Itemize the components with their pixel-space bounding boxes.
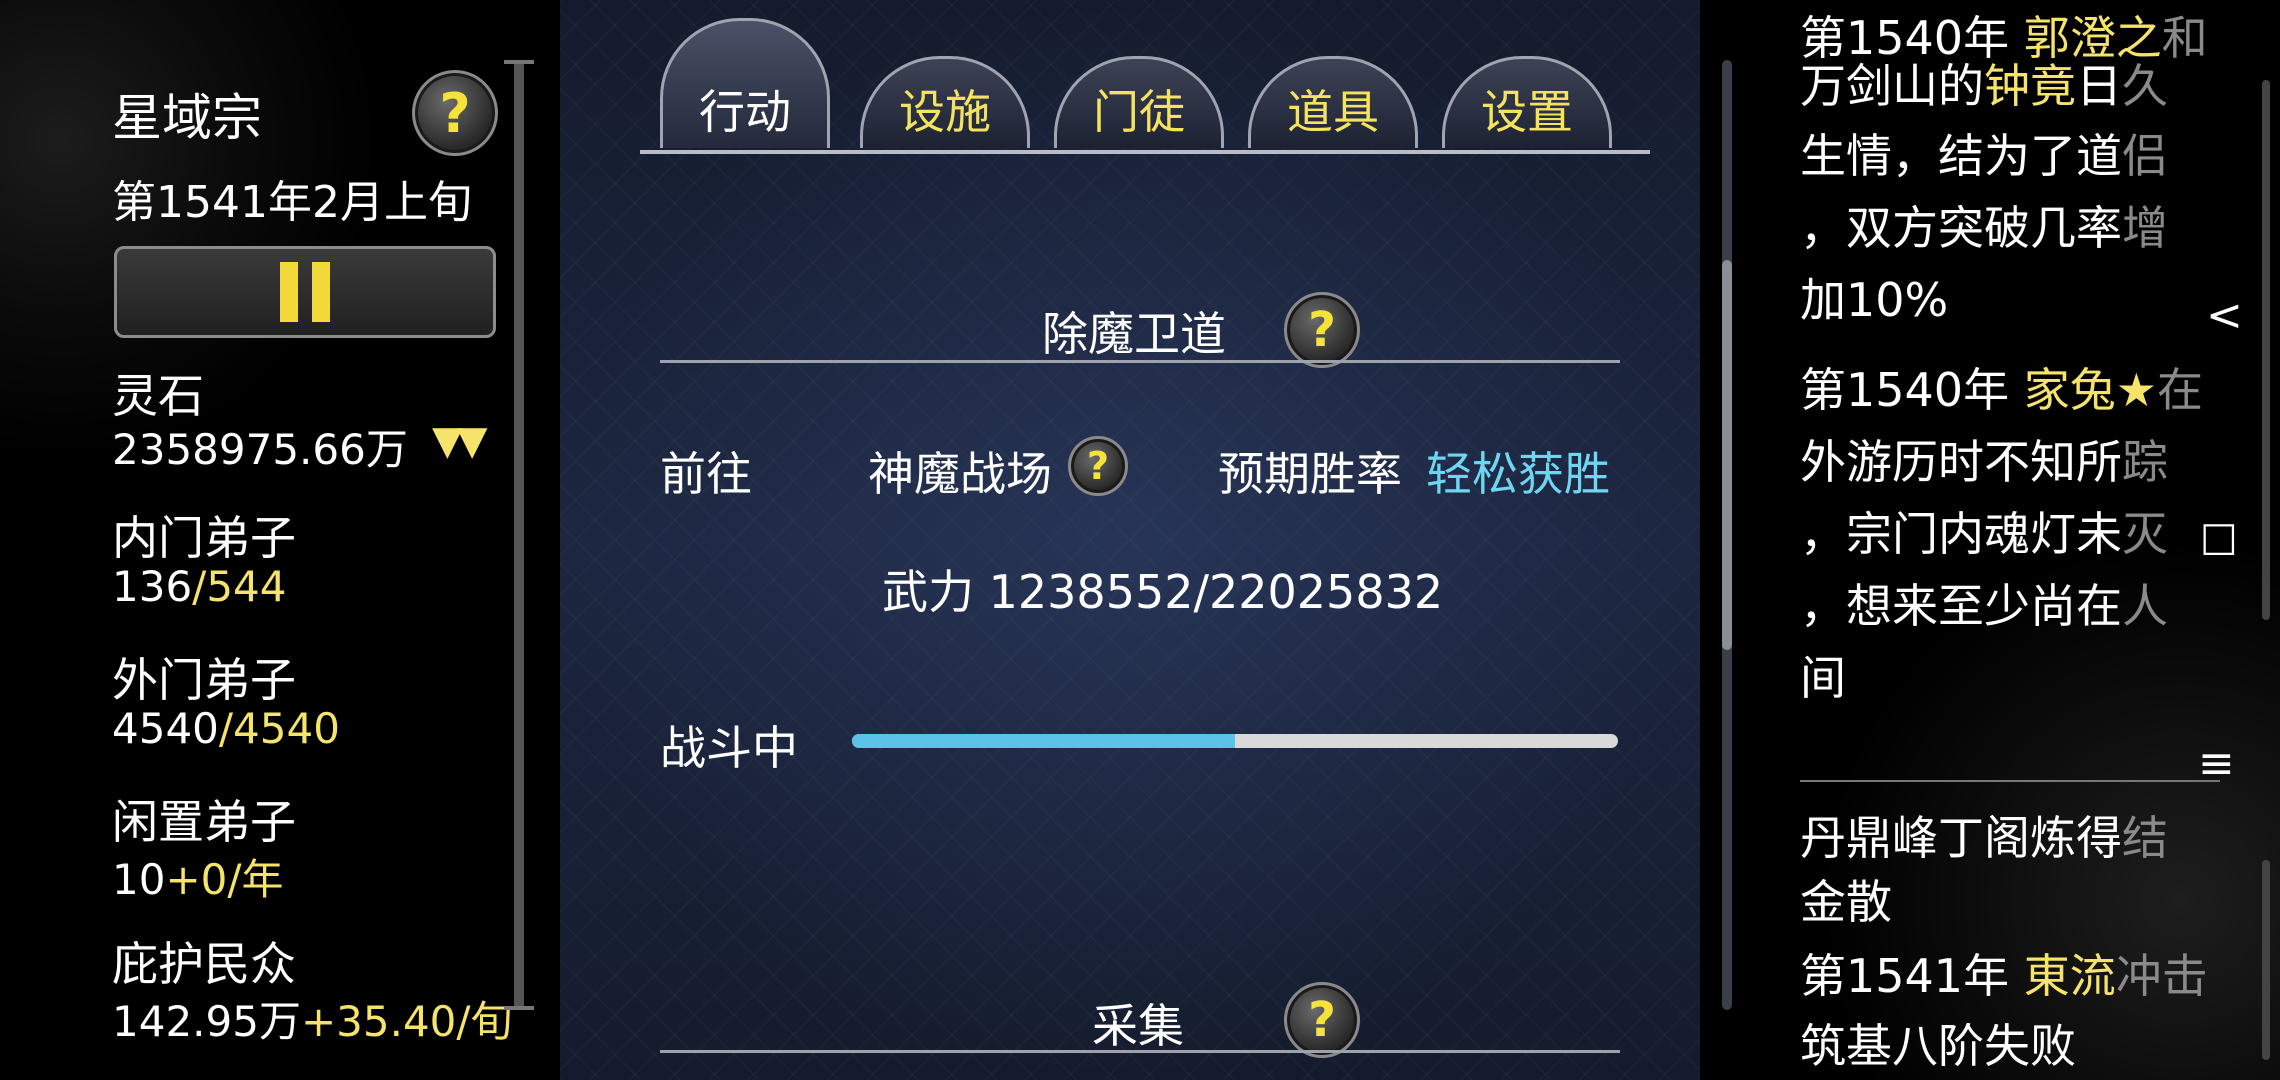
menu-icon[interactable]: ≡ xyxy=(2198,738,2235,789)
mission-help-icon[interactable]: ? xyxy=(1284,292,1360,368)
game-date: 第1541年2月上旬 xyxy=(112,177,472,228)
log-text: 金散 xyxy=(1800,875,1892,929)
stat-value-spirit-stones: 2358975.66万 xyxy=(112,425,408,474)
log-line: 第1541年 東流冲击 xyxy=(1800,940,2208,1006)
log-text: 结 xyxy=(2122,811,2168,865)
log-text: 灭 xyxy=(2122,507,2168,561)
stat-value-protected-citizens: 142.95万+35.40/旬 xyxy=(112,997,513,1046)
mission-title: 除魔卫道 xyxy=(1042,307,1226,361)
log-text: 人 xyxy=(2122,579,2168,633)
log-text: 增 xyxy=(2122,201,2168,255)
log-text: 万剑山的 xyxy=(1800,59,1984,113)
log-text: 和 xyxy=(2161,11,2208,65)
log-line: ，双方突破几率增 xyxy=(1800,192,2168,258)
location-name[interactable]: 神魔战场 xyxy=(868,438,1052,504)
log-text: ，想来至少尚在 xyxy=(1800,579,2122,633)
log-scrollbar-bottom[interactable] xyxy=(2262,860,2270,1060)
gather-title: 采集 xyxy=(1092,999,1184,1053)
stat-label-outer-disciples: 外门弟子 xyxy=(112,653,296,707)
stat-value-inner-disciples: 136/544 xyxy=(112,562,287,611)
stat-label-idle-disciples: 闲置弟子 xyxy=(112,795,296,849)
log-text: 侣 xyxy=(2122,129,2168,183)
expand-arrows-icon[interactable]: ▼▼ xyxy=(432,418,487,464)
stat-label-inner-disciples: 内门弟子 xyxy=(112,511,296,565)
battle-progress-bar xyxy=(852,734,1618,748)
log-text: ，双方突破几率 xyxy=(1800,201,2122,255)
log-line: 金散 xyxy=(1800,866,1892,932)
main-panel xyxy=(560,0,1700,1080)
log-text: 间 xyxy=(1800,651,1846,705)
log-line: 外游历时不知所踪 xyxy=(1800,426,2168,492)
log-text: 第1541年 xyxy=(1800,949,2024,1003)
log-line: 加10% xyxy=(1800,264,1948,330)
log-text: ，宗门内魂灯未 xyxy=(1800,507,2122,561)
log-line: ，宗门内魂灯未灭 xyxy=(1800,498,2168,564)
log-text: 冲击 xyxy=(2115,949,2208,1003)
win-rate-label: 预期胜率 xyxy=(1218,447,1402,501)
log-text: 家兔★ xyxy=(2023,363,2157,417)
tab-divider xyxy=(640,150,1650,154)
log-text: 日 xyxy=(2076,59,2122,113)
gather-divider xyxy=(660,1050,1620,1053)
log-text: 生情，结为了道 xyxy=(1800,129,2122,183)
log-text: 丹鼎峰丁阁炼得 xyxy=(1800,811,2122,865)
log-text: 第1540年 xyxy=(1800,363,2024,417)
log-line: 间 xyxy=(1800,642,1846,708)
log-text: 筑基八阶失败 xyxy=(1800,1019,2076,1073)
sidebar-scrollbar[interactable] xyxy=(504,60,534,1010)
square-icon[interactable]: □ xyxy=(2200,514,2238,560)
stat-value-outer-disciples: 4540/4540 xyxy=(112,704,340,753)
log-divider xyxy=(1800,780,2220,782)
sect-help-icon[interactable]: ? xyxy=(412,70,498,156)
log-text: 踪 xyxy=(2122,435,2168,489)
log-line: 筑基八阶失败 xyxy=(1800,1010,2076,1076)
log-scrollbar-top[interactable] xyxy=(2262,80,2270,620)
battle-progress-fill xyxy=(852,734,1235,748)
sect-status-panel: 星域宗 ? 第1541年2月上旬 灵石 2358975.66万 ▼▼ 内门弟子 … xyxy=(0,0,560,1080)
log-line: ，想来至少尚在人 xyxy=(1800,570,2168,636)
log-text: 外游历时不知所 xyxy=(1800,435,2122,489)
log-line: 第1540年 家兔★在 xyxy=(1800,354,2203,420)
pause-icon xyxy=(280,262,298,322)
log-line: 生情，结为了道侣 xyxy=(1800,120,2168,186)
sect-name: 星域宗 xyxy=(112,89,262,147)
log-text: 在 xyxy=(2156,363,2203,417)
main-scrollbar-thumb[interactable] xyxy=(1722,260,1732,650)
gather-help-icon[interactable]: ? xyxy=(1284,982,1360,1058)
location-help-icon[interactable]: ? xyxy=(1068,436,1128,496)
log-text: 加10% xyxy=(1800,273,1949,327)
stat-value-idle-disciples: 10+0/年 xyxy=(112,855,284,904)
stat-label-protected-citizens: 庇护民众 xyxy=(112,937,296,991)
battle-status-label: 战斗中 xyxy=(660,721,798,775)
log-text: 東流 xyxy=(2023,949,2116,1003)
goto-label: 前往 xyxy=(660,447,752,501)
pause-button[interactable] xyxy=(114,246,496,338)
log-text: 钟竟 xyxy=(1984,59,2076,113)
power-readout: 武力 1238552/22025832 xyxy=(882,565,1444,619)
win-rate-value: 轻松获胜 xyxy=(1426,447,1610,501)
mission-divider xyxy=(660,360,1620,363)
log-line: 丹鼎峰丁阁炼得结 xyxy=(1800,802,2168,868)
log-text: 久 xyxy=(2122,59,2168,113)
main-scrollbar[interactable] xyxy=(1722,60,1732,1010)
log-line: 万剑山的钟竟日久 xyxy=(1800,50,2168,116)
back-icon[interactable]: < xyxy=(2206,290,2243,341)
